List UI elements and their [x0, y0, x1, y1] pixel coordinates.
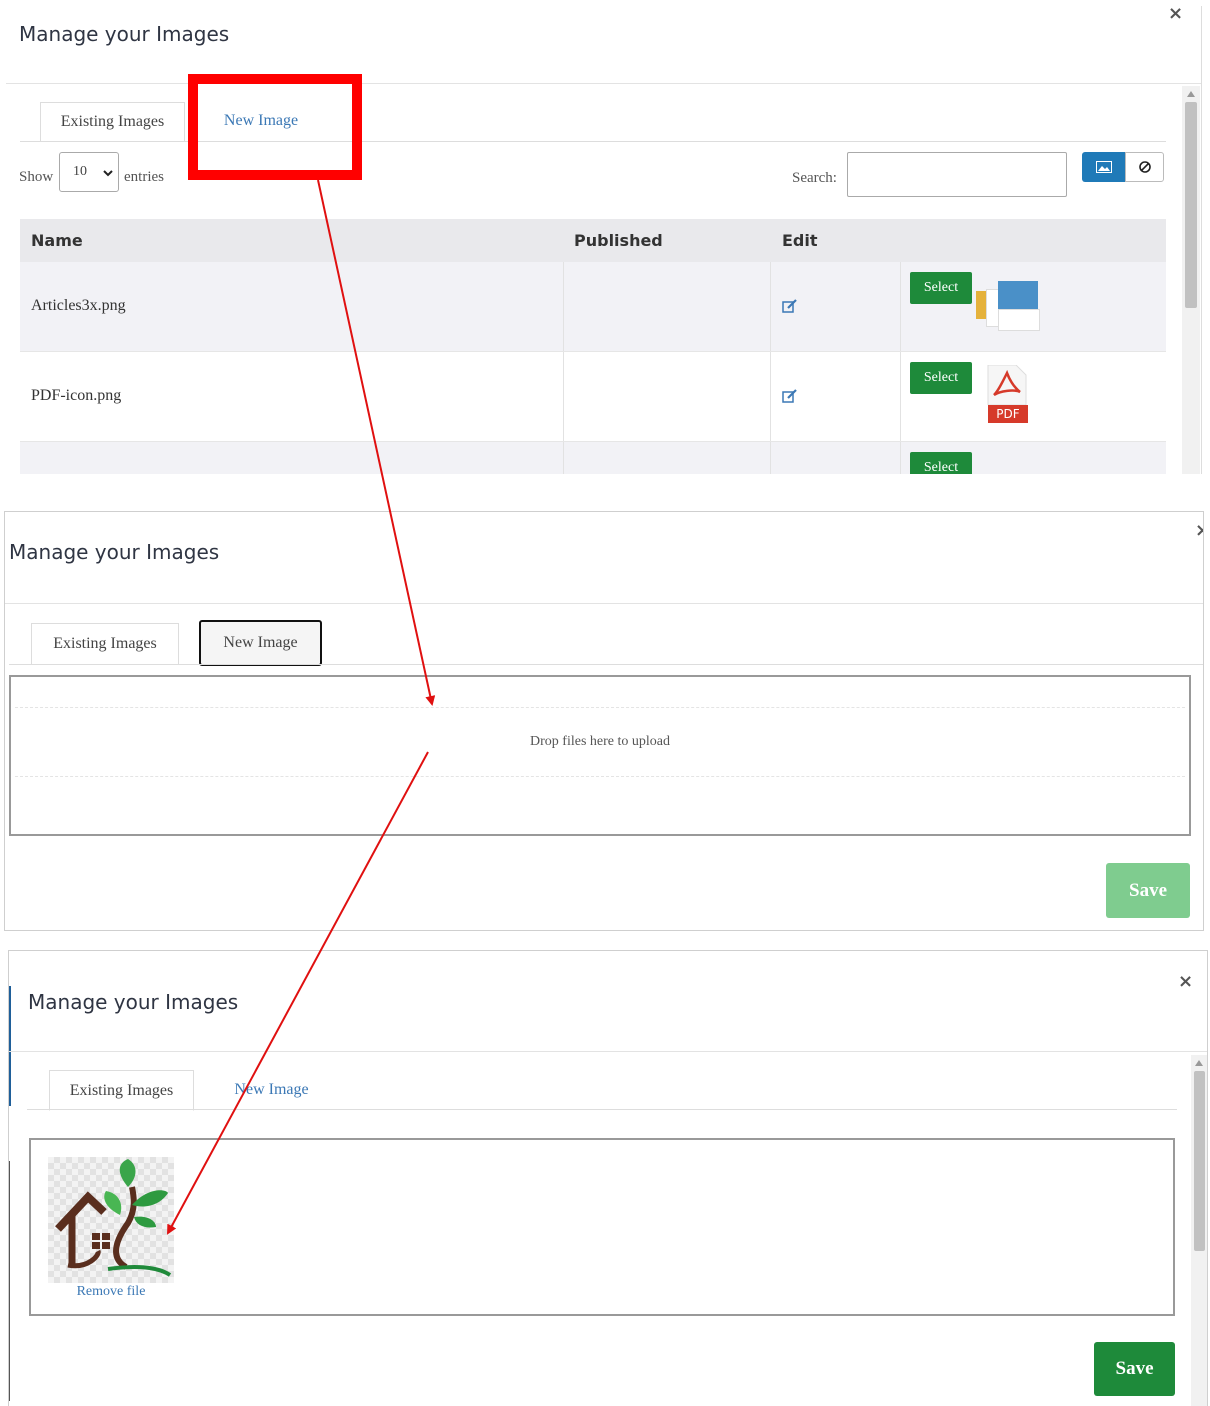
ban-icon [1139, 161, 1151, 173]
column-divider [770, 352, 771, 441]
edit-icon[interactable] [782, 299, 798, 313]
search-input[interactable] [847, 152, 1067, 197]
table-row: PDF-icon.png Select PDF [20, 352, 1166, 442]
column-header-edit[interactable]: Edit [782, 231, 818, 250]
entries-label: entries [124, 169, 164, 185]
modal-new-image-uploaded: Manage your Images × Existing Images New… [8, 950, 1208, 1406]
save-button[interactable]: Save [1094, 1342, 1175, 1396]
image-icon [1096, 161, 1112, 173]
scroll-up-icon[interactable] [1195, 1060, 1203, 1066]
thumbnail-image [976, 281, 1040, 333]
tab-existing-images[interactable]: Existing Images [40, 102, 185, 142]
save-button[interactable]: Save [1106, 863, 1190, 918]
modal-new-image-empty: Manage your Images × Existing Images New… [4, 511, 1204, 931]
highlight-box [188, 74, 362, 180]
modal-existing-images: Manage your Images × Existing Images New… [6, 6, 1202, 474]
close-icon[interactable]: × [1178, 971, 1193, 992]
chevron-down-icon [103, 170, 113, 177]
tab-divider [27, 1109, 1177, 1110]
table-row: Select [20, 442, 1166, 474]
modal-title: Manage your Images [9, 540, 220, 564]
no-image-toggle[interactable] [1125, 152, 1164, 182]
thumbnail-card [998, 309, 1040, 331]
scrollbar[interactable] [1191, 1055, 1207, 1406]
thumbnail-card [998, 281, 1038, 309]
table-header: Name Published Edit [20, 219, 1166, 262]
select-button[interactable]: Select [910, 362, 972, 394]
column-divider [900, 442, 901, 474]
pdf-thumbnail: PDF [984, 365, 1030, 425]
house-plant-logo-icon [55, 1159, 172, 1277]
column-divider [770, 442, 771, 474]
column-divider [770, 262, 771, 351]
column-header-published[interactable]: Published [574, 231, 663, 250]
edit-icon[interactable] [782, 389, 798, 403]
dropzone-message: Drop files here to upload [530, 734, 670, 749]
entries-select[interactable]: 10 [59, 152, 119, 192]
close-icon[interactable]: × [1168, 6, 1183, 24]
left-edge-strip [9, 986, 11, 1106]
scroll-up-icon[interactable] [1187, 91, 1195, 97]
file-name: PDF-icon.png [31, 387, 122, 404]
column-divider [900, 262, 901, 351]
search-label: Search: [792, 170, 837, 186]
image-view-toggle[interactable] [1082, 152, 1125, 182]
column-divider [563, 262, 564, 351]
close-icon[interactable]: × [1195, 520, 1203, 541]
header-divider [9, 1051, 1207, 1052]
scrollbar-thumb[interactable] [1194, 1071, 1205, 1251]
tab-new-image[interactable]: New Image [209, 1070, 334, 1111]
tab-new-image[interactable]: New Image [199, 620, 322, 666]
modal-title: Manage your Images [19, 22, 230, 46]
table-row: Articles3x.png Select [20, 262, 1166, 352]
column-header-name[interactable]: Name [31, 231, 83, 250]
tab-existing-images[interactable]: Existing Images [49, 1070, 194, 1111]
show-label: Show [19, 169, 54, 185]
scrollbar[interactable] [1182, 86, 1200, 474]
column-divider [900, 352, 901, 441]
tab-divider [9, 664, 1203, 665]
remove-file-link[interactable]: Remove file [48, 1284, 174, 1300]
scrollbar-thumb[interactable] [1185, 102, 1197, 308]
column-divider [563, 442, 564, 474]
select-button[interactable]: Select [910, 272, 972, 304]
uploaded-file-preview[interactable] [48, 1157, 174, 1283]
tab-existing-images[interactable]: Existing Images [31, 623, 179, 665]
header-divider [5, 603, 1203, 604]
column-divider [563, 352, 564, 441]
file-dropzone[interactable]: Remove file [29, 1138, 1175, 1316]
left-edge-strip [9, 1161, 10, 1401]
entries-value: 10 [73, 164, 87, 179]
header-divider [6, 83, 1201, 84]
images-table: Name Published Edit Articles3x.png Selec… [20, 219, 1166, 474]
select-button[interactable]: Select [910, 452, 972, 474]
pdf-label: PDF [988, 405, 1028, 423]
file-name: Articles3x.png [31, 297, 126, 314]
modal-title: Manage your Images [28, 990, 239, 1014]
pdf-icon [987, 365, 1027, 405]
file-dropzone[interactable]: Drop files here to upload [9, 675, 1191, 836]
